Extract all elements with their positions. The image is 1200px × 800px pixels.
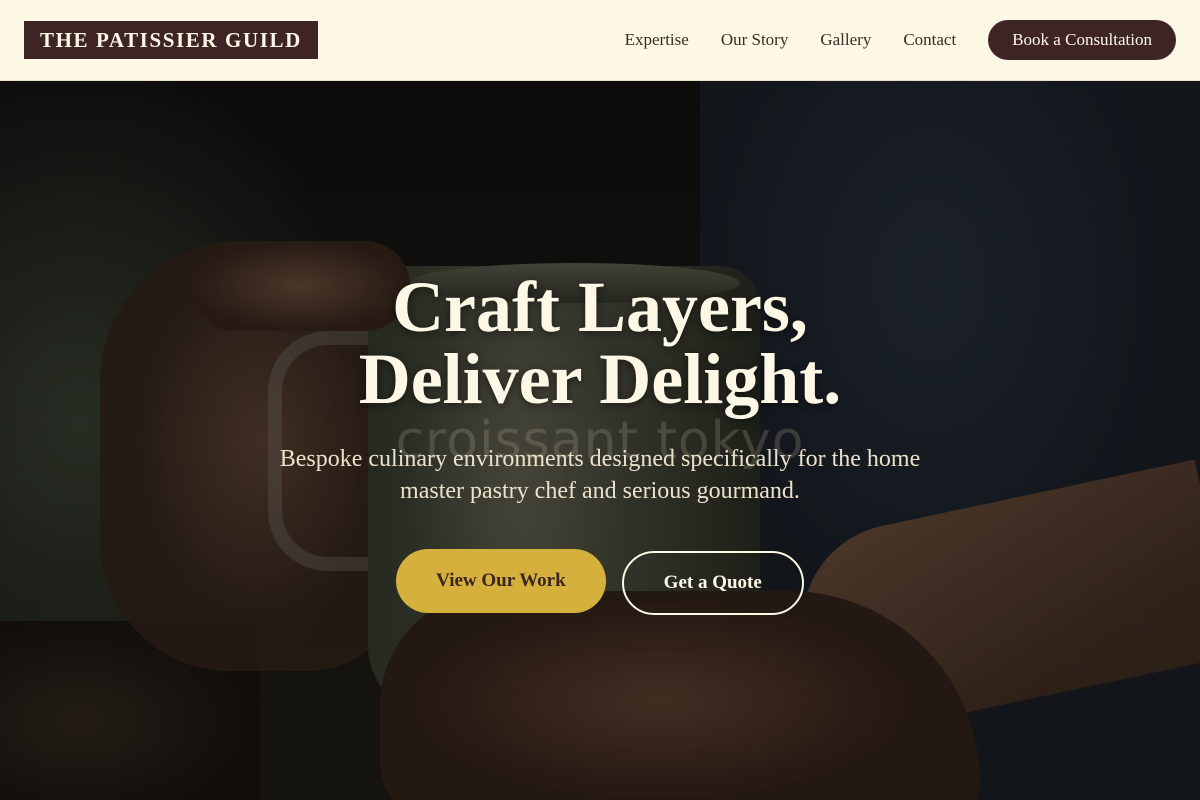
get-a-quote-button[interactable]: Get a Quote: [621, 551, 804, 615]
main-nav: Expertise Our Story Gallery Contact Book…: [593, 20, 1176, 60]
book-consultation-button[interactable]: Book a Consultation: [988, 20, 1176, 60]
hero-headline-line-2: Deliver Delight.: [358, 339, 842, 419]
nav-link-expertise[interactable]: Expertise: [625, 30, 689, 50]
hero-buttons: View Our Work Get a Quote: [396, 547, 804, 615]
hero-subtext: Bespoke culinary environments designed s…: [279, 446, 921, 504]
hero-headline: Craft Layers, Deliver Delight.: [359, 271, 842, 415]
hero-section: croissant tokyo Craft Layers, Deliver De…: [0, 81, 1200, 800]
nav-link-gallery[interactable]: Gallery: [820, 30, 871, 50]
hero-headline-line-1: Craft Layers,: [392, 267, 808, 347]
view-our-work-button[interactable]: View Our Work: [396, 549, 606, 613]
hero-content: Craft Layers, Deliver Delight. Bespoke c…: [0, 81, 1200, 800]
nav-link-contact[interactable]: Contact: [903, 30, 956, 50]
site-header: THE PATISSIER GUILD Expertise Our Story …: [0, 0, 1200, 81]
site-logo[interactable]: THE PATISSIER GUILD: [24, 21, 318, 59]
nav-link-our-story[interactable]: Our Story: [721, 30, 789, 50]
